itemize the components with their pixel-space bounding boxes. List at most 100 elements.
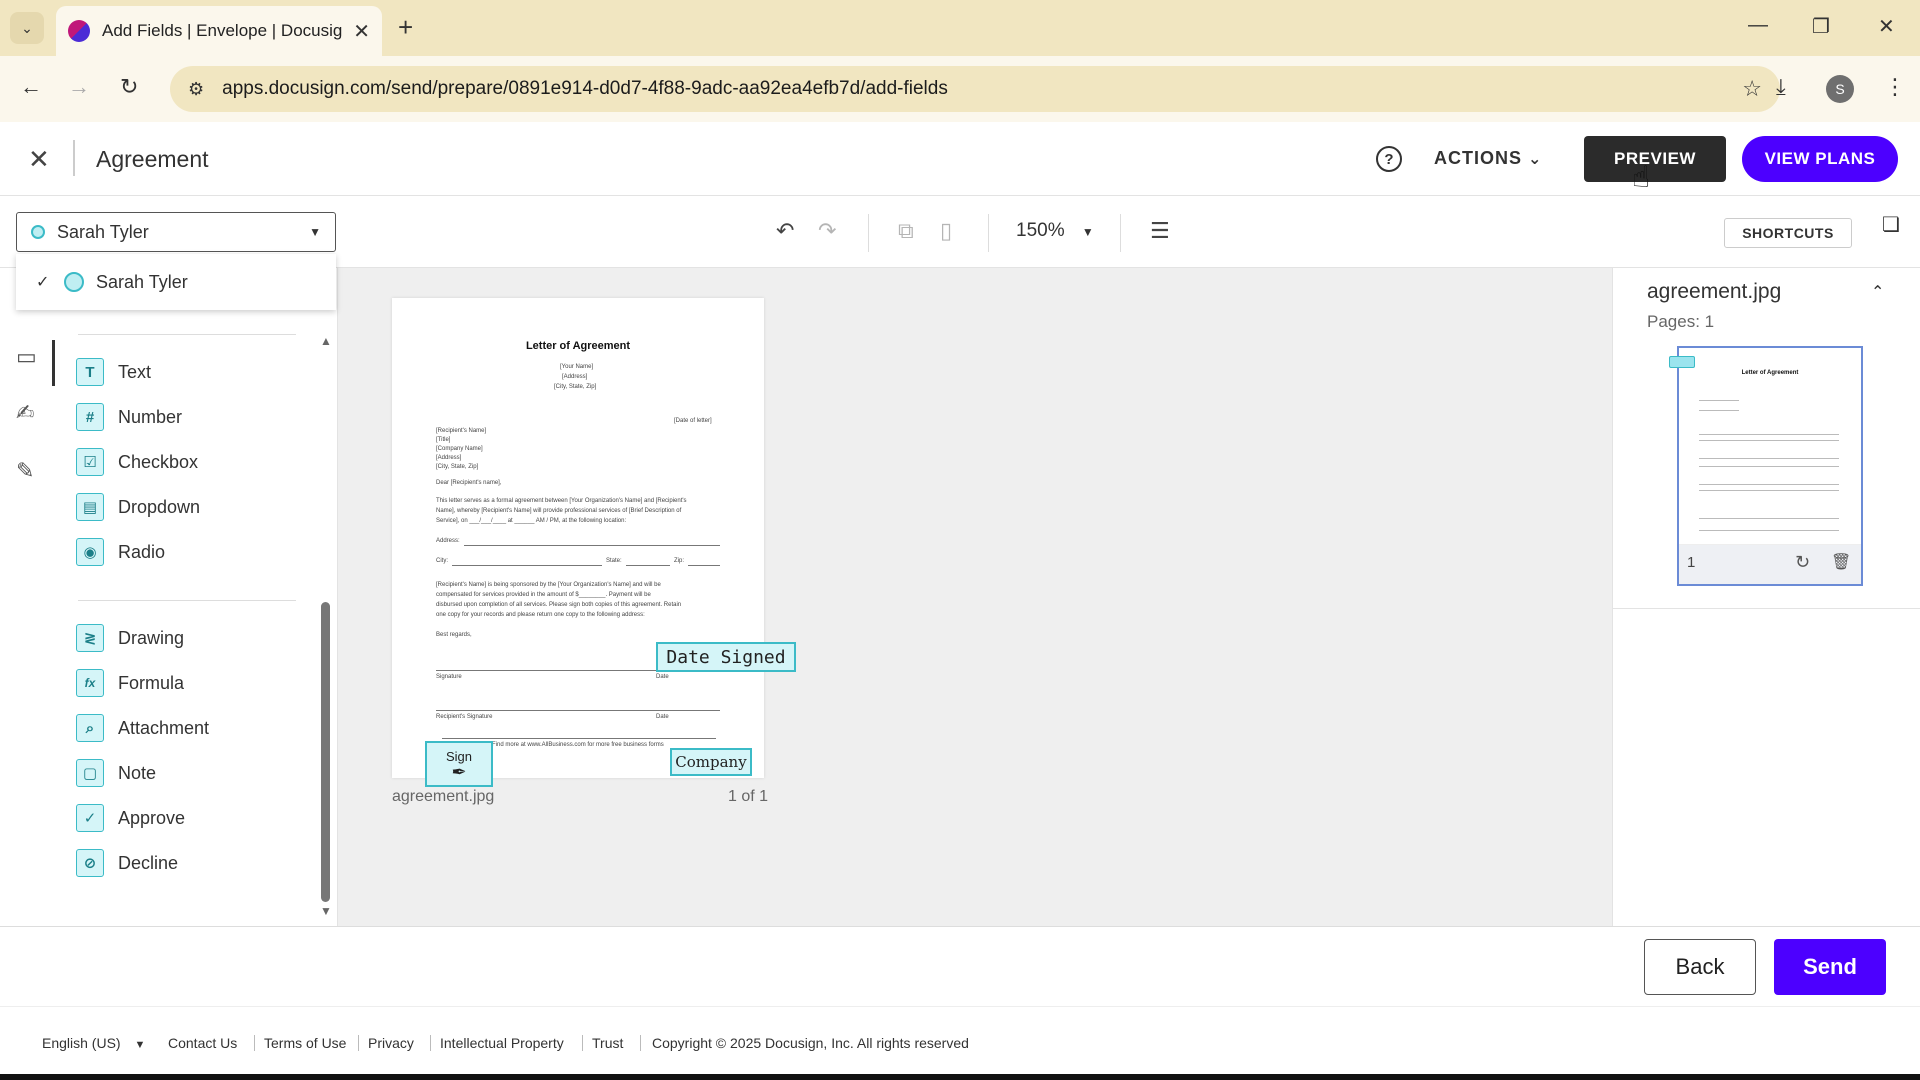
language-select[interactable]: English (US) ▼	[42, 1035, 145, 1051]
field-text[interactable]: T Text	[76, 354, 151, 390]
help-icon[interactable]: ?	[1376, 146, 1402, 172]
palette-scrollbar[interactable]	[321, 602, 330, 902]
field-drawing[interactable]: ≷ Drawing	[76, 620, 184, 656]
signature-tag[interactable]: Sign ✒	[425, 741, 493, 787]
doc-line: [Title]	[436, 437, 451, 443]
note-field-icon: ▢	[76, 759, 104, 787]
browser-tab-active[interactable]: Add Fields | Envelope | Docusig ✕	[56, 6, 382, 56]
undo-icon[interactable]: ↶	[776, 218, 794, 244]
scroll-up-icon[interactable]: ▲	[320, 334, 332, 348]
doc-line: Service], on ___/___/____ at ______ AM /…	[436, 518, 627, 524]
close-icon[interactable]: ✕	[28, 144, 50, 175]
fields-palette: ▲ T Text # Number ☑ Checkbox ▤ Dropdown …	[56, 268, 338, 926]
page-thumbnail[interactable]: Letter of Agreement 1 ↻ 🗑	[1677, 346, 1863, 586]
document-page[interactable]: Letter of Agreement [Your Name] [Address…	[392, 298, 764, 778]
field-label: Formula	[118, 672, 185, 693]
fields-panel-icon[interactable]: ▭	[16, 344, 37, 370]
field-formula[interactable]: fx Formula	[76, 665, 184, 701]
download-icon[interactable]: ⤓	[1776, 74, 1786, 100]
field-number[interactable]: # Number	[76, 399, 182, 435]
tab-close-icon[interactable]: ✕	[353, 19, 370, 44]
date-signed-tag[interactable]: Date Signed	[656, 642, 796, 672]
doc-line: City:	[436, 558, 448, 564]
pencil-icon[interactable]: ✎	[16, 458, 34, 484]
attachment-field-icon: ⌕	[76, 714, 104, 742]
address-bar[interactable]: ⚙ apps.docusign.com/send/prepare/0891e91…	[170, 66, 1780, 112]
site-settings-icon[interactable]: ⚙	[188, 79, 204, 100]
forward-arrow-icon[interactable]: →	[68, 74, 90, 100]
document-heading: Letter of Agreement	[525, 340, 631, 352]
minimize-icon[interactable]: —	[1748, 14, 1768, 37]
paste-icon[interactable]: ▯	[940, 218, 952, 244]
url-text[interactable]: apps.docusign.com/send/prepare/0891e914-…	[222, 78, 1742, 100]
redo-icon[interactable]: ↷	[818, 218, 836, 244]
new-tab-button[interactable]: +	[398, 12, 413, 43]
thumb-line	[1699, 434, 1839, 435]
toolbar-divider	[988, 214, 989, 252]
caret-down-icon: ▼	[309, 225, 321, 239]
company-tag[interactable]: Company	[670, 748, 752, 776]
field-checkbox[interactable]: ☑ Checkbox	[76, 444, 198, 480]
rotate-icon[interactable]: ↻	[1795, 552, 1810, 573]
documents-panel-icon[interactable]: ❏	[1882, 212, 1900, 237]
preview-button[interactable]: PREVIEW	[1584, 136, 1726, 182]
action-bar: Back Send	[0, 926, 1920, 1006]
field-label: Drawing	[118, 627, 185, 648]
recipient-select[interactable]: Sarah Tyler ▼	[16, 212, 336, 252]
doc-line: Dear [Recipient's name],	[436, 480, 502, 486]
doc-footer-note: Find more at www.AllBusiness.com for mor…	[492, 742, 664, 748]
trash-icon[interactable]: 🗑	[1831, 552, 1851, 572]
shortcuts-button[interactable]: SHORTCUTS	[1724, 218, 1852, 248]
doc-line: Date	[656, 674, 669, 680]
zoom-select[interactable]: 150% ▼	[1016, 220, 1094, 242]
doc-line: [Address]	[436, 455, 462, 461]
back-arrow-icon[interactable]: ←	[20, 74, 42, 100]
reload-icon[interactable]: ↻	[120, 74, 138, 100]
actions-menu[interactable]: ACTIONS ⌄	[1434, 148, 1542, 169]
chevron-up-icon[interactable]: ⌃	[1871, 282, 1884, 302]
decline-field-icon: ⊘	[76, 849, 104, 877]
restore-icon[interactable]: ❐	[1812, 14, 1830, 39]
copy-icon[interactable]: ⧉	[898, 218, 914, 244]
scroll-down-icon[interactable]: ▼	[320, 904, 332, 918]
field-attachment[interactable]: ⌕ Attachment	[76, 710, 209, 746]
toolbar-divider	[868, 214, 869, 252]
tab-list-button[interactable]: ⌄	[10, 12, 44, 44]
doc-line: [City, State, Zip]	[554, 384, 597, 390]
field-dropdown[interactable]: ▤ Dropdown	[76, 489, 200, 525]
document-canvas[interactable]: Letter of Agreement [Your Name] [Address…	[338, 268, 1612, 926]
envelope-title: Agreement	[96, 146, 209, 172]
footer-link-privacy[interactable]: Privacy	[368, 1035, 414, 1051]
field-label: Radio	[118, 541, 166, 562]
doc-line: [Recipient's Name]	[436, 428, 487, 434]
footer-link-ip[interactable]: Intellectual Property	[440, 1035, 564, 1051]
field-radio[interactable]: ◉ Radio	[76, 534, 165, 570]
view-plans-button[interactable]: VIEW PLANS	[1742, 136, 1898, 182]
back-button[interactable]: Back	[1644, 939, 1756, 995]
active-indicator	[52, 340, 55, 386]
field-label: Approve	[118, 807, 186, 828]
recipient-menu-item[interactable]: ✓ Sarah Tyler	[16, 254, 336, 310]
field-label: Note	[118, 762, 157, 783]
doc-line: [City, State, Zip]	[436, 464, 479, 470]
bookmark-star-icon[interactable]: ☆	[1742, 76, 1762, 102]
footer-link-trust[interactable]: Trust	[592, 1035, 623, 1051]
doc-rule	[442, 738, 716, 739]
field-decline[interactable]: ⊘ Decline	[76, 845, 178, 881]
chevron-down-icon: ⌄	[1528, 151, 1543, 168]
signature-stamp-icon[interactable]: ✍	[16, 400, 34, 426]
profile-avatar[interactable]: S	[1826, 75, 1854, 103]
comments-icon[interactable]: ☰	[1150, 218, 1170, 244]
doc-line: Signature	[436, 674, 462, 680]
footer-divider	[430, 1035, 431, 1051]
window-close-icon[interactable]: ✕	[1878, 14, 1895, 39]
doc-line: [Recipient's Name] is being sponsored by…	[436, 582, 661, 588]
footer-link-contact[interactable]: Contact Us	[168, 1035, 237, 1051]
send-button[interactable]: Send	[1774, 939, 1886, 995]
footer-link-terms[interactable]: Terms of Use	[264, 1035, 346, 1051]
actions-label: ACTIONS	[1434, 148, 1522, 168]
field-approve[interactable]: ✓ Approve	[76, 800, 185, 836]
field-note[interactable]: ▢ Note	[76, 755, 156, 791]
browser-menu-icon[interactable]: ⋮	[1884, 74, 1906, 100]
palette-divider	[78, 600, 296, 601]
